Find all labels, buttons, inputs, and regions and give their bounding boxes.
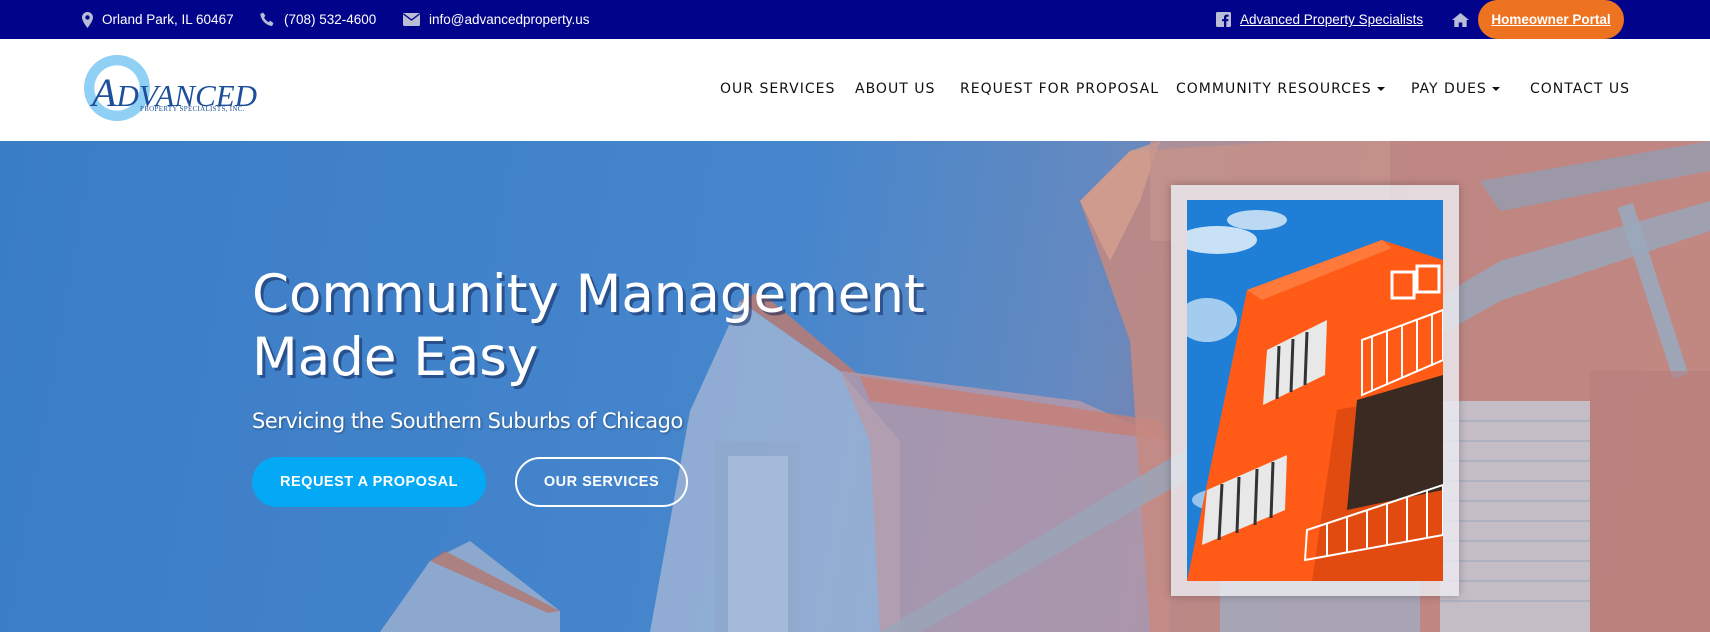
map-pin-icon [82, 11, 93, 28]
nav-request-for-proposal[interactable]: REQUEST FOR PROPOSAL [960, 81, 1159, 97]
phone-info[interactable]: (708) 532-4600 [260, 0, 376, 39]
top-bar: Orland Park, IL 60467 (708) 532-4600 inf… [0, 0, 1710, 39]
hero-title: Community Management Made Easy [252, 264, 925, 388]
hero-banner: Community Management Made Easy Servicing… [0, 141, 1710, 632]
home-icon[interactable] [1452, 12, 1469, 27]
company-logo[interactable]: ADVANCED PROPERTY SPECIALISTS, INC. [82, 53, 257, 125]
location-text: Orland Park, IL 60467 [102, 12, 234, 27]
nav-our-services[interactable]: OUR SERVICES [720, 81, 835, 97]
email-text[interactable]: info@advancedproperty.us [429, 12, 590, 27]
caret-down-icon [1376, 87, 1385, 91]
phone-text[interactable]: (708) 532-4600 [284, 12, 376, 27]
nav-about-us[interactable]: ABOUT US [855, 81, 935, 97]
nav-community-resources[interactable]: COMMUNITY RESOURCES [1176, 81, 1385, 97]
site-header: ADVANCED PROPERTY SPECIALISTS, INC. OUR … [0, 39, 1710, 141]
featured-building-photo [1187, 200, 1443, 581]
facebook-link-group[interactable]: Advanced Property Specialists [1216, 0, 1423, 39]
caret-down-icon [1491, 87, 1500, 91]
nav-contact-us[interactable]: CONTACT US [1530, 81, 1630, 97]
envelope-icon [403, 13, 420, 26]
facebook-icon[interactable] [1216, 12, 1231, 27]
nav-pay-dues[interactable]: PAY DUES [1411, 81, 1500, 97]
location-info: Orland Park, IL 60467 [82, 0, 234, 39]
request-proposal-button[interactable]: REQUEST A PROPOSAL [252, 457, 486, 507]
phone-icon [260, 12, 275, 27]
homeowner-portal-button[interactable]: Homeowner Portal [1478, 0, 1624, 39]
email-info[interactable]: info@advancedproperty.us [403, 0, 590, 39]
facebook-link[interactable]: Advanced Property Specialists [1240, 12, 1423, 27]
our-services-button[interactable]: OUR SERVICES [515, 457, 688, 507]
hero-subtitle: Servicing the Southern Suburbs of Chicag… [252, 409, 683, 433]
featured-photo-frame [1171, 185, 1459, 596]
logo-subtitle: PROPERTY SPECIALISTS, INC. [140, 105, 245, 113]
home-link[interactable] [1452, 0, 1469, 39]
